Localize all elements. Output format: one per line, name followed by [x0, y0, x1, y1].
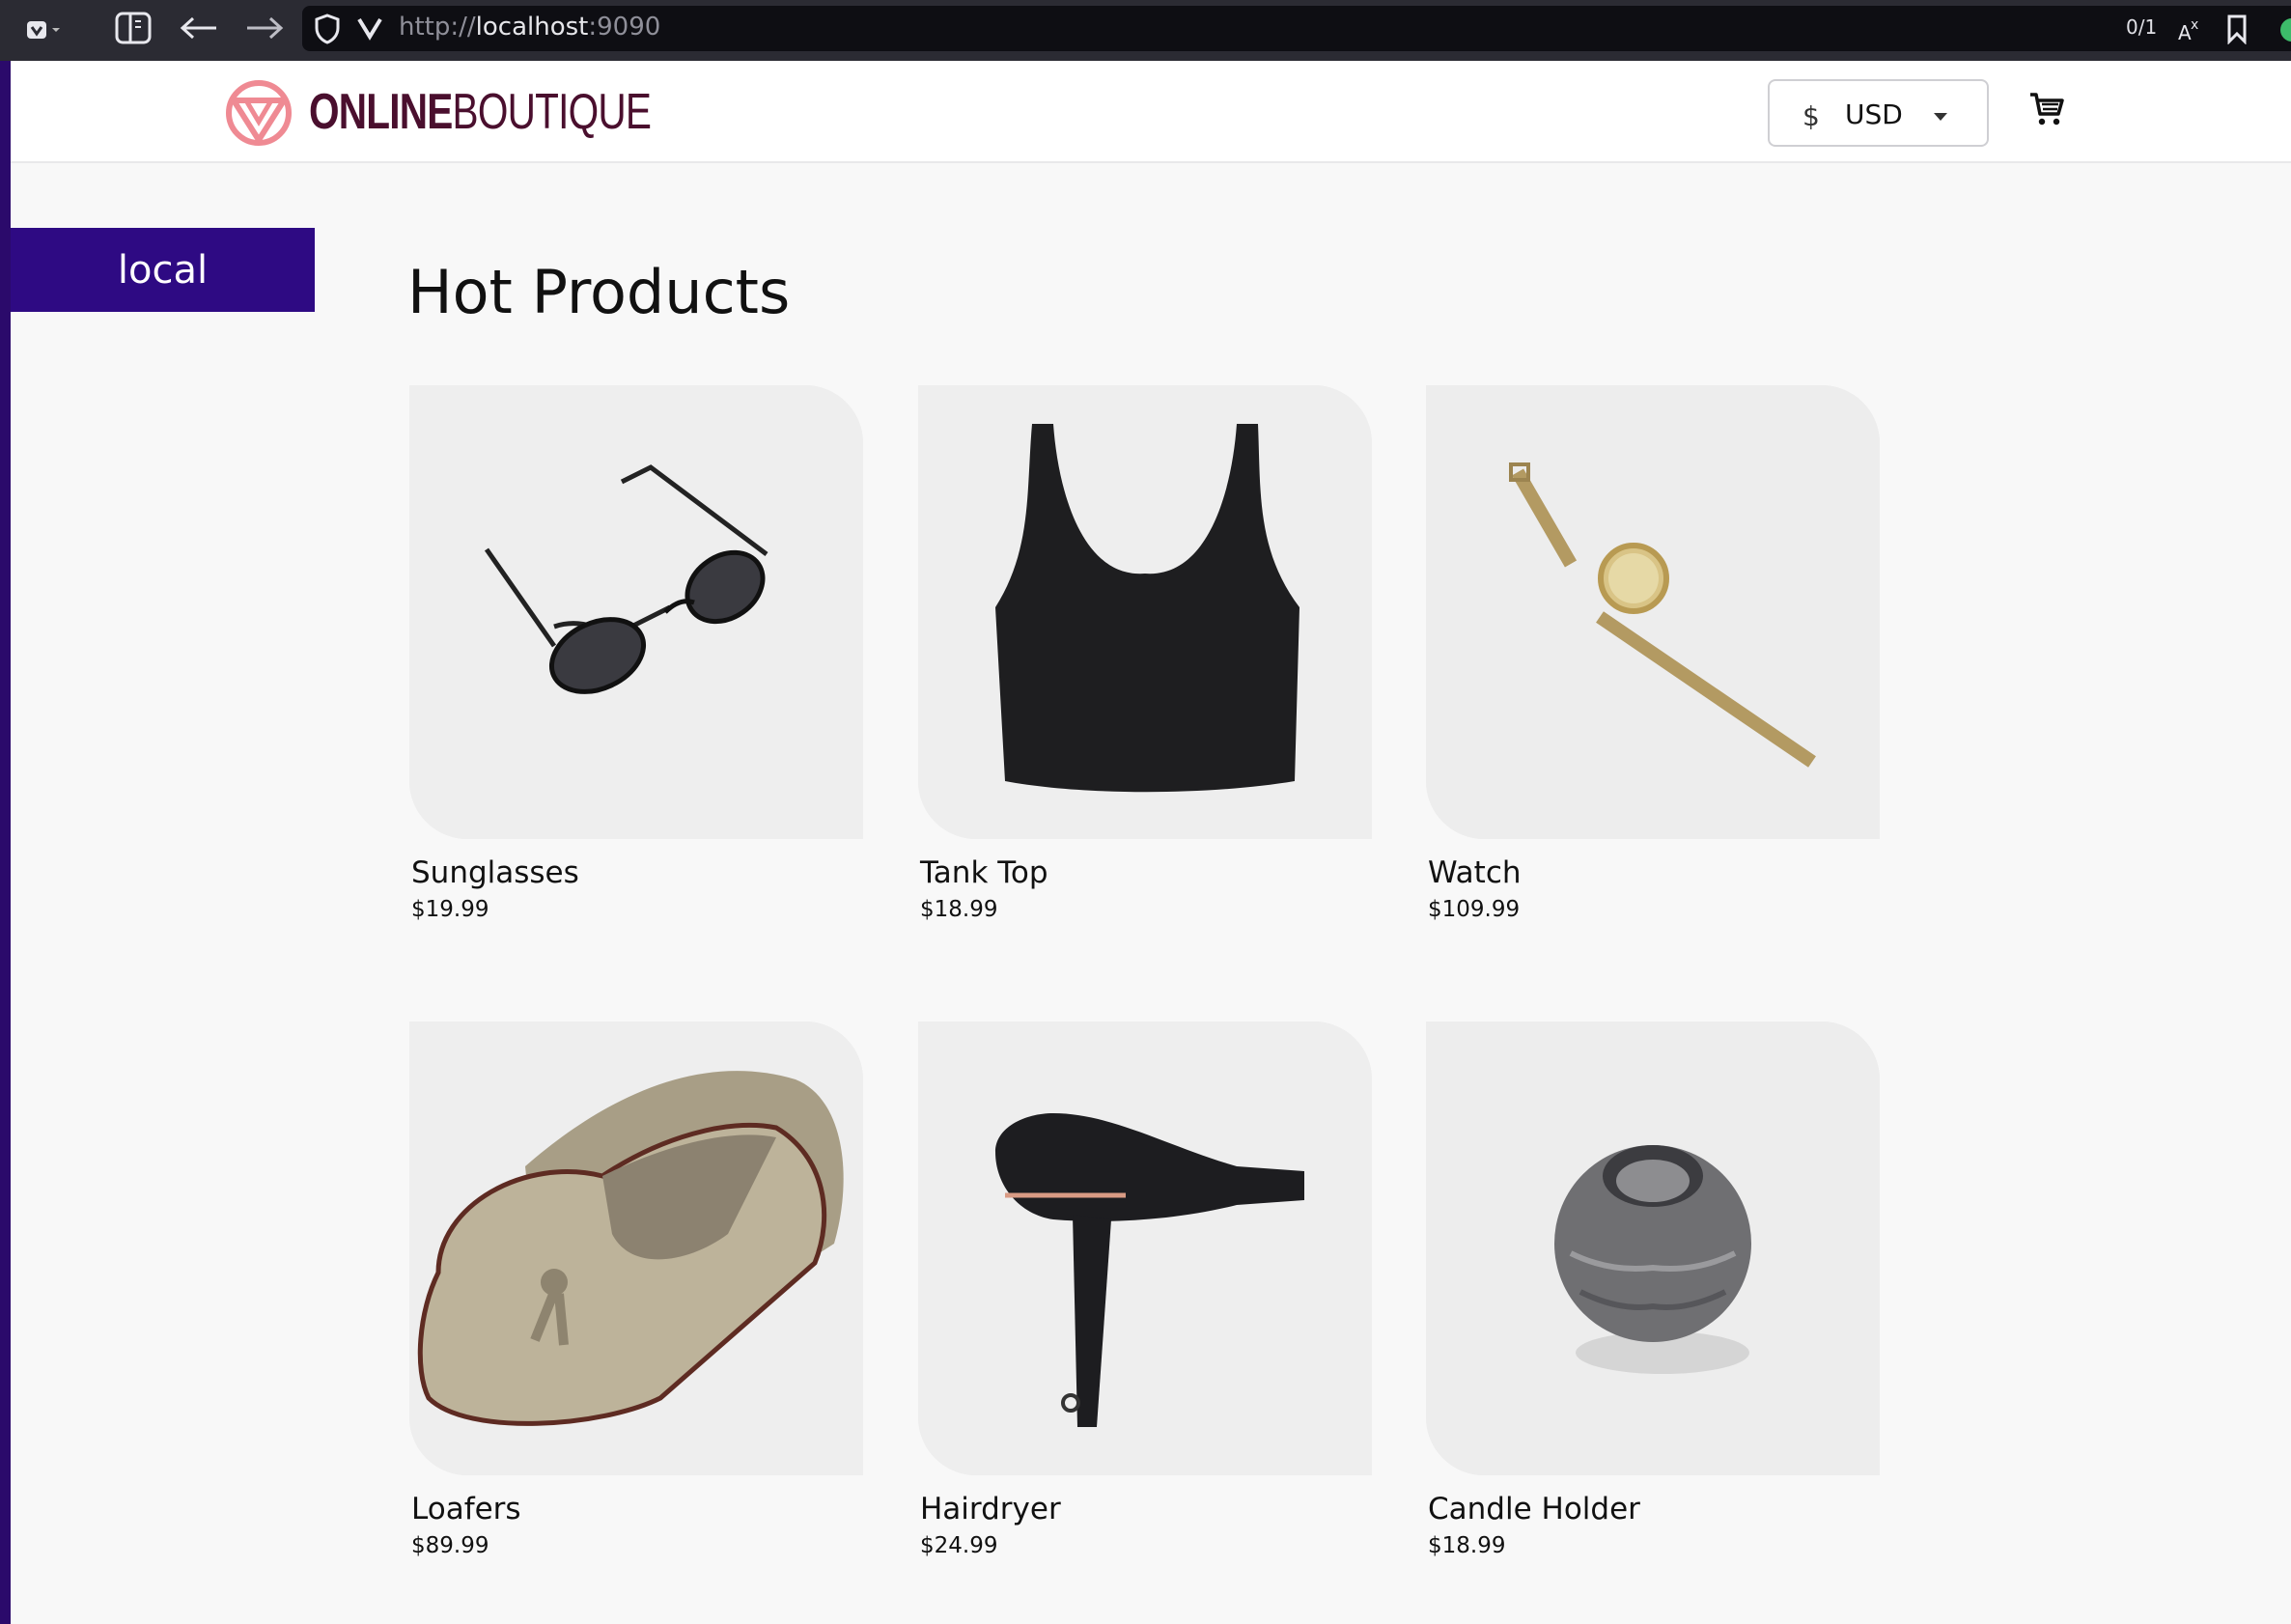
product-image[interactable] — [1426, 385, 1880, 839]
product-name[interactable]: Loafers — [411, 1492, 521, 1526]
product-image[interactable] — [409, 385, 863, 839]
translate-icon[interactable]: A x — [2176, 14, 2207, 44]
forward-arrow-icon[interactable] — [243, 14, 286, 42]
url-scheme: http:// — [399, 13, 476, 42]
logo-online-text: ONLINE — [309, 84, 453, 140]
currency-select[interactable]: $ USD — [1768, 79, 1989, 147]
find-count[interactable]: 0/1 — [2126, 15, 2157, 39]
loafers-icon — [409, 1022, 863, 1475]
watch-icon — [1426, 385, 1880, 839]
product-price: $109.99 — [1428, 897, 1521, 922]
vivaldi-menu-icon[interactable] — [25, 15, 64, 44]
product-image[interactable] — [918, 385, 1372, 839]
extension-status-icon[interactable] — [2278, 15, 2291, 44]
product-image[interactable] — [409, 1022, 863, 1475]
product-card[interactable]: Candle Holder $18.99 — [1426, 1022, 1880, 1558]
vivaldi-v-icon — [355, 14, 384, 42]
product-name[interactable]: Candle Holder — [1428, 1492, 1640, 1526]
product-card[interactable]: Tank Top $18.99 — [918, 385, 1372, 922]
currency-code: USD — [1845, 98, 1903, 130]
product-card[interactable]: Sunglasses $19.99 — [409, 385, 863, 922]
candle-holder-icon — [1426, 1022, 1880, 1475]
back-arrow-icon[interactable] — [178, 14, 220, 42]
url-text[interactable]: http://localhost:9090 — [399, 12, 660, 42]
svg-text:A: A — [2178, 21, 2192, 43]
logo-boutique-text: BOUTIQUE — [452, 84, 652, 140]
sunglasses-icon — [409, 385, 863, 839]
cart-icon[interactable] — [2028, 91, 2065, 131]
product-name[interactable]: Sunglasses — [411, 855, 579, 890]
product-name[interactable]: Hairdryer — [920, 1492, 1061, 1526]
section-title: Hot Products — [407, 257, 791, 327]
currency-symbol: $ — [1802, 100, 1820, 132]
left-color-strip — [0, 61, 11, 1624]
product-image[interactable] — [918, 1022, 1372, 1475]
url-port: :9090 — [588, 13, 661, 42]
caret-down-icon — [1932, 108, 1949, 126]
shield-icon[interactable] — [313, 13, 342, 45]
bookmark-icon[interactable] — [2224, 13, 2249, 45]
panel-toggle-icon[interactable] — [114, 11, 153, 45]
hairdryer-icon — [918, 1022, 1372, 1475]
product-name[interactable]: Tank Top — [920, 855, 1048, 890]
tank-top-icon — [918, 385, 1372, 839]
product-price: $18.99 — [1428, 1533, 1506, 1558]
logo-wordmark[interactable]: ONLINEBOUTIQUE — [309, 83, 652, 141]
logo-mark-icon[interactable] — [225, 79, 293, 147]
product-name[interactable]: Watch — [1428, 855, 1522, 890]
product-price: $19.99 — [411, 897, 489, 922]
svg-text:x: x — [2191, 17, 2198, 33]
url-host: localhost — [475, 13, 589, 42]
product-card[interactable]: Watch $109.99 — [1426, 385, 1880, 922]
product-price: $89.99 — [411, 1533, 489, 1558]
product-card[interactable]: Loafers $89.99 — [409, 1022, 863, 1558]
browser-toolbar: http://localhost:9090 0/1 A x — [0, 0, 2291, 61]
platform-badge: local — [11, 228, 315, 312]
product-price: $18.99 — [920, 897, 998, 922]
product-card[interactable]: Hairdryer $24.99 — [918, 1022, 1372, 1558]
product-price: $24.99 — [920, 1533, 998, 1558]
product-image[interactable] — [1426, 1022, 1880, 1475]
